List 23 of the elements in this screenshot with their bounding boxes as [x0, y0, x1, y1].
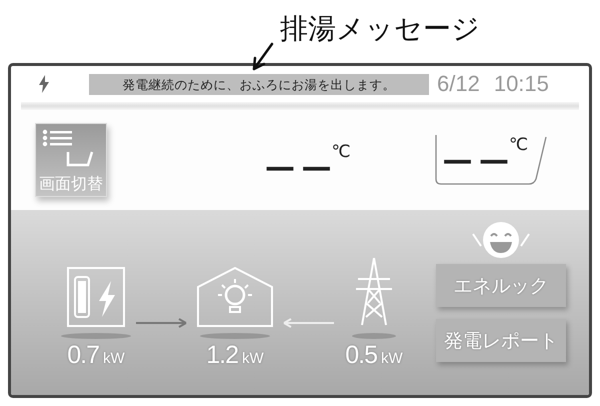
power-value: 0.7: [67, 341, 100, 369]
bathtub-outline-icon: [434, 135, 547, 185]
power-unit: kW: [381, 350, 403, 367]
power-value: 0.5: [345, 341, 378, 369]
temperature-value: — —: [265, 150, 330, 184]
power-unit: kW: [242, 350, 264, 367]
status-message: 発電継続のために、おふろにお湯を出します。: [89, 74, 429, 94]
callout-label: 排湯メッセージ: [280, 12, 480, 46]
menu-button[interactable]: 発電レポート: [436, 319, 566, 362]
temperature-unit: ℃: [331, 142, 351, 162]
time-text: 10:15: [494, 71, 549, 97]
battery-bolt-icon: [67, 267, 125, 327]
pylon-icon: [354, 257, 394, 327]
callout-arrow: [250, 42, 276, 72]
house-bulb-icon: [197, 267, 273, 327]
power-unit: kW: [103, 350, 125, 367]
screen-switch-button[interactable]: 画面切替: [35, 123, 107, 197]
power-value: 1.2: [206, 341, 238, 369]
date-text: 6/12: [437, 71, 480, 97]
lightning-icon: [39, 75, 49, 93]
menu-button[interactable]: エネルック: [436, 264, 566, 307]
temperature-value: — —: [442, 143, 507, 178]
temperature-unit: ℃: [509, 135, 528, 155]
